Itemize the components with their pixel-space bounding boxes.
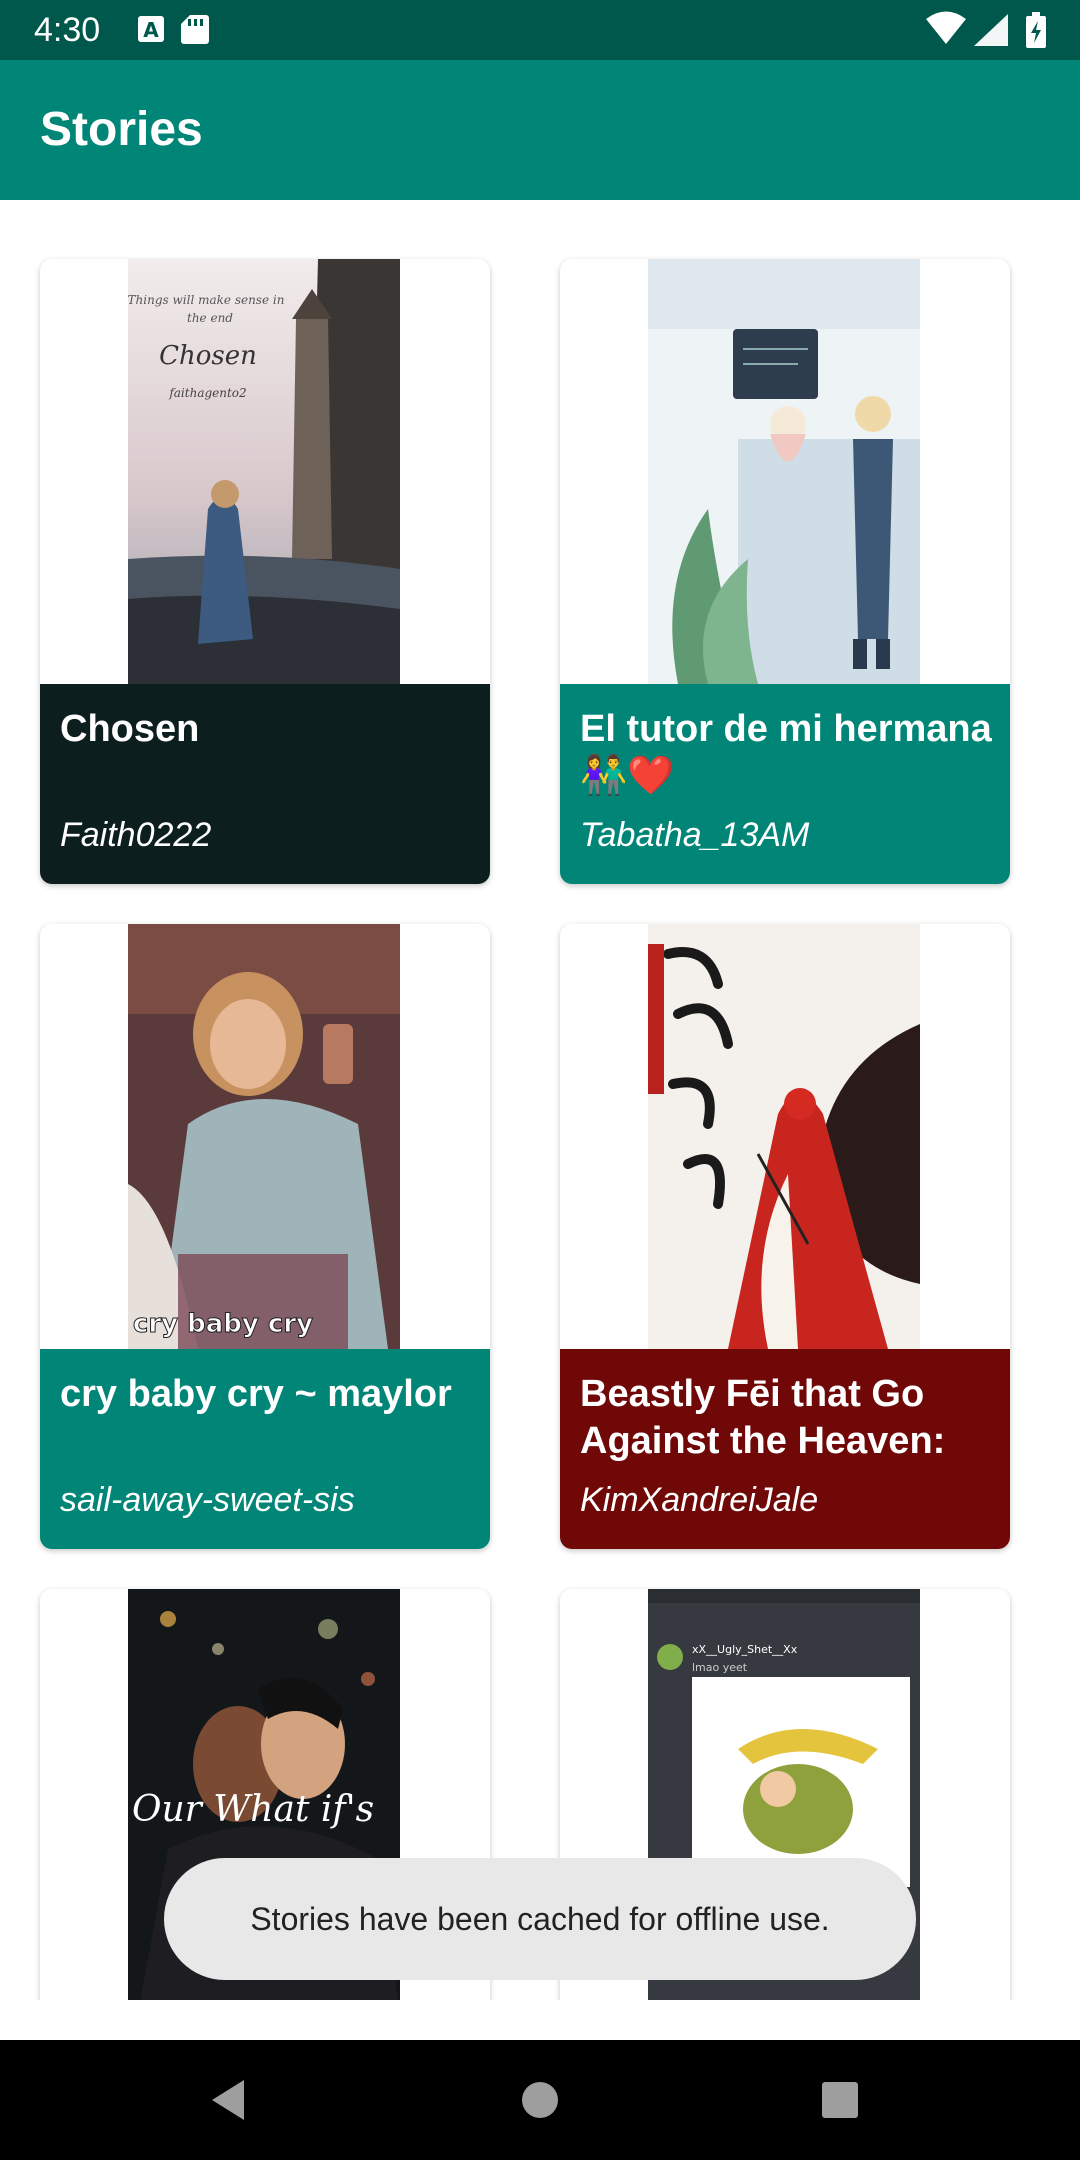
story-grid[interactable]: Things will make sense in the end Chosen… [0, 200, 1080, 2000]
story-cover-beastly-fei [648, 924, 920, 1349]
battery-icon [1026, 12, 1046, 48]
story-card-chosen[interactable]: Things will make sense in the end Chosen… [40, 259, 490, 884]
story-caption: El tutor de mi hermana 👫❤️ Tabatha_13AM [560, 684, 1010, 884]
cover-text: cry baby cry [133, 1309, 313, 1339]
story-caption: Chosen Faith0222 [40, 684, 490, 884]
back-icon [212, 2080, 244, 2120]
cover-text: Our What if's [132, 1789, 374, 1830]
story-caption: cry baby cry ~ maylor sail-away-sweet-si… [40, 1349, 490, 1549]
cover-text: faithagento2 [168, 386, 246, 400]
story-title: Beastly Fēi that Go Against the Heaven: … [580, 1373, 946, 1462]
sd-card-icon [181, 15, 209, 44]
cover-text: lmao yeet [692, 1661, 748, 1674]
page-title: Stories [40, 103, 203, 156]
story-title: cry baby cry ~ maylor [60, 1373, 452, 1415]
story-card-el-tutor[interactable]: El tutor de mi hermana 👫❤️ Tabatha_13AM [560, 259, 1010, 884]
story-caption: Beastly Fēi that Go Against the Heaven: … [560, 1349, 1010, 1549]
story-author: Faith0222 [60, 816, 212, 854]
navigation-bar [0, 2040, 1080, 2160]
story-author: KimXandreiJale [580, 1481, 819, 1519]
story-cover-cry-baby-cry: cry baby cry [128, 924, 400, 1349]
cover-text: the end [187, 311, 233, 325]
story-card-cry-baby-cry[interactable]: cry baby cry cry baby cry ~ maylor sail-… [40, 924, 490, 1549]
story-cover-chosen: Things will make sense in the end Chosen… [128, 259, 400, 684]
cover-text: xX__Ugly_Shet__Xx [692, 1643, 798, 1656]
cover-text: Things will make sense in [128, 293, 284, 307]
status-bar: 4:30 A [0, 0, 1080, 60]
story-cover-el-tutor [648, 259, 920, 684]
story-author: sail-away-sweet-sis [60, 1481, 355, 1519]
back-button[interactable] [200, 2040, 260, 2160]
status-system-icons [924, 10, 1054, 54]
svg-text:A: A [143, 18, 159, 42]
app-bar: Stories [0, 60, 1080, 200]
toast-message: Stories have been cached for offline use… [164, 1858, 916, 1980]
story-card-beastly-fei[interactable]: Beastly Fēi that Go Against the Heaven: … [560, 924, 1010, 1549]
story-author: Tabatha_13AM [580, 816, 810, 854]
signal-icon [974, 14, 1008, 46]
status-notification-icons: A [136, 13, 216, 51]
story-title: Chosen [60, 708, 200, 750]
home-button[interactable] [510, 2040, 570, 2160]
recents-icon [822, 2082, 858, 2118]
a-notification-icon: A [138, 16, 164, 42]
status-time: 4:30 [34, 11, 101, 49]
story-title: El tutor de mi hermana 👫❤️ [580, 708, 992, 797]
wifi-icon [926, 11, 966, 44]
home-icon [522, 2082, 558, 2118]
cover-text: Chosen [159, 341, 257, 371]
recents-button[interactable] [810, 2040, 870, 2160]
